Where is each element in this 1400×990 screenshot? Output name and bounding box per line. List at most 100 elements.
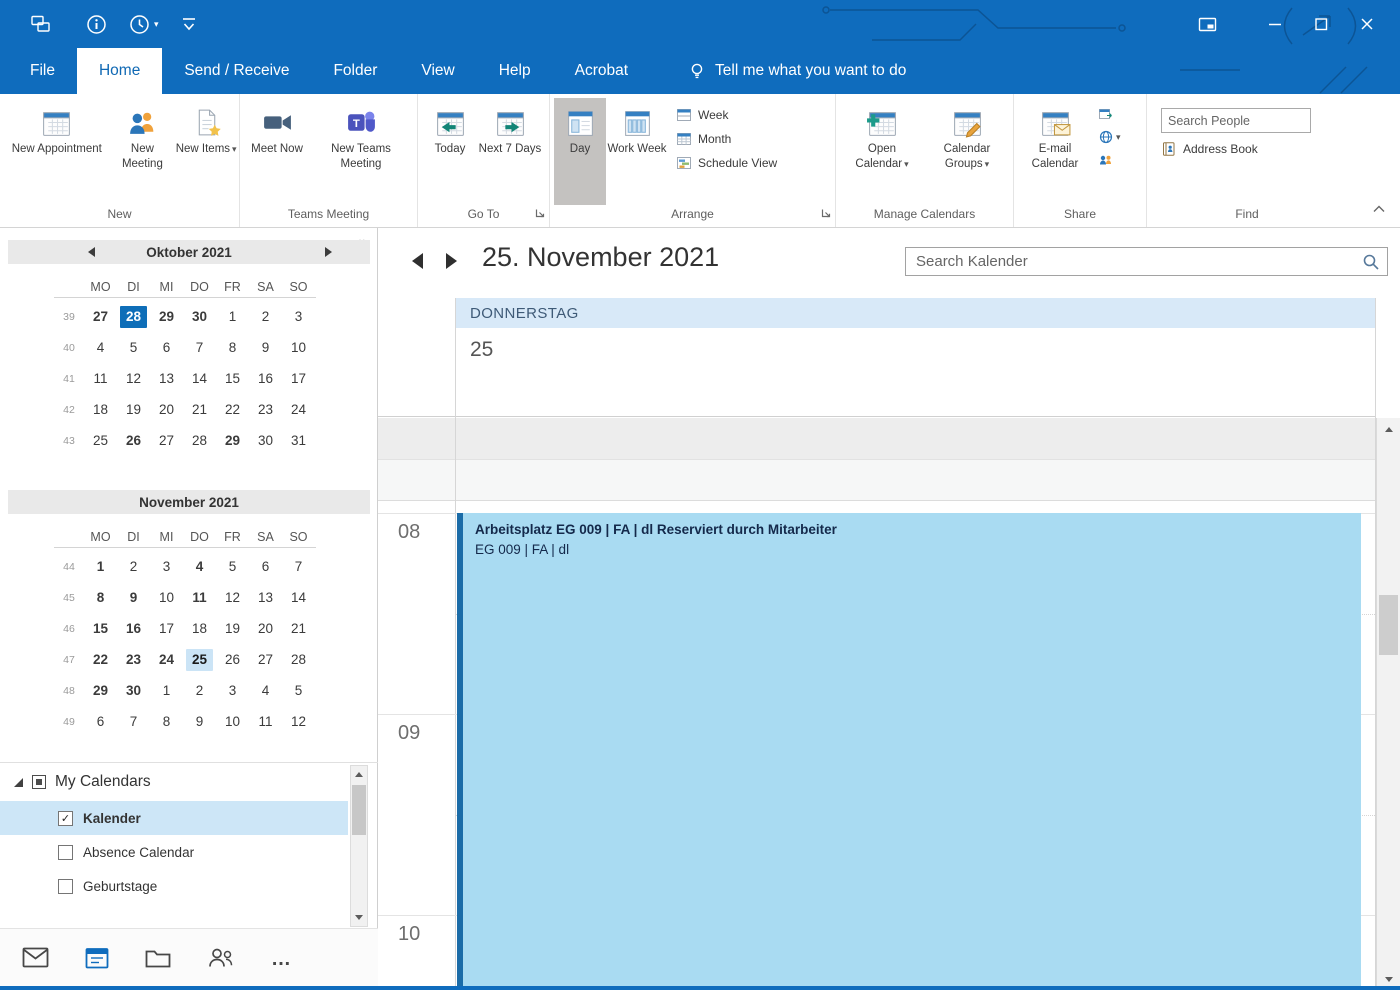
scrollbar-thumb[interactable] bbox=[1379, 595, 1398, 655]
mini-calendar-day[interactable]: 9 bbox=[252, 337, 279, 359]
new-appointment-button[interactable]: New Appointment bbox=[4, 98, 110, 205]
pip-icon[interactable] bbox=[1184, 2, 1230, 46]
mini-calendar-day[interactable]: 31 bbox=[285, 430, 312, 452]
tab-file[interactable]: File bbox=[8, 48, 77, 94]
mini-calendar-day[interactable]: 22 bbox=[219, 399, 246, 421]
tab-view[interactable]: View bbox=[399, 48, 476, 94]
mini-calendar-day[interactable]: 4 bbox=[186, 556, 213, 578]
mini-calendar-day[interactable]: 14 bbox=[186, 368, 213, 390]
mini-calendar-day[interactable]: 29 bbox=[153, 306, 180, 328]
mini-calendar-day[interactable]: 27 bbox=[153, 430, 180, 452]
address-book-button[interactable]: Address Book bbox=[1161, 141, 1311, 157]
day-view-button[interactable]: Day bbox=[554, 98, 606, 205]
mini-calendar-day[interactable]: 9 bbox=[186, 711, 213, 733]
mail-nav-icon[interactable] bbox=[22, 947, 49, 973]
mini-calendar-day[interactable]: 29 bbox=[219, 430, 246, 452]
previous-month-icon[interactable] bbox=[88, 247, 95, 257]
meet-now-button[interactable]: Meet Now bbox=[244, 98, 310, 205]
tab-send-receive[interactable]: Send / Receive bbox=[162, 48, 311, 94]
dialog-launcher-icon[interactable] bbox=[534, 206, 546, 224]
mini-calendar-day[interactable]: 11 bbox=[186, 587, 213, 609]
collapse-ribbon-icon[interactable] bbox=[1372, 201, 1386, 219]
collapse-group-icon[interactable] bbox=[14, 778, 23, 787]
send-receive-status-icon[interactable]: ▾ bbox=[129, 14, 159, 35]
mini-calendar-day[interactable]: 1 bbox=[153, 680, 180, 702]
mini-calendar-day[interactable]: 11 bbox=[87, 368, 114, 390]
publish-online-button[interactable]: ▾ bbox=[1098, 129, 1121, 145]
search-icon[interactable] bbox=[1362, 253, 1380, 276]
previous-day-icon[interactable] bbox=[412, 253, 423, 269]
mini-calendar-day[interactable]: 29 bbox=[87, 680, 114, 702]
mini-calendar-day[interactable]: 4 bbox=[87, 337, 114, 359]
mini-calendar-day[interactable]: 13 bbox=[252, 587, 279, 609]
search-people-input[interactable] bbox=[1161, 108, 1311, 133]
mini-calendar-day[interactable]: 20 bbox=[153, 399, 180, 421]
next-day-icon[interactable] bbox=[446, 253, 457, 269]
schedule-view-button[interactable]: Schedule View bbox=[676, 155, 777, 171]
scroll-down-icon[interactable] bbox=[351, 909, 367, 926]
mini-calendar-day[interactable]: 11 bbox=[252, 711, 279, 733]
more-nav-icon[interactable]: … bbox=[271, 948, 293, 971]
mini-calendar-day[interactable]: 27 bbox=[87, 306, 114, 328]
month-view-button[interactable]: Month bbox=[676, 131, 777, 147]
mini-calendar-day[interactable]: 25 bbox=[87, 430, 114, 452]
mini-calendar-day[interactable]: 10 bbox=[285, 337, 312, 359]
mini-calendar-day[interactable]: 26 bbox=[120, 430, 147, 452]
mini-calendar-day[interactable]: 7 bbox=[285, 556, 312, 578]
scroll-up-icon[interactable] bbox=[351, 766, 367, 783]
minimize-button[interactable] bbox=[1252, 2, 1298, 46]
mini-calendar-day[interactable]: 6 bbox=[252, 556, 279, 578]
calendar-search-input[interactable] bbox=[906, 248, 1387, 275]
mini-calendar-day[interactable]: 30 bbox=[252, 430, 279, 452]
mini-calendar-day[interactable]: 17 bbox=[285, 368, 312, 390]
tab-home[interactable]: Home bbox=[77, 48, 162, 94]
today-button[interactable]: Today bbox=[422, 98, 478, 205]
share-calendar-button[interactable] bbox=[1098, 106, 1121, 122]
mini-calendar-day[interactable]: 10 bbox=[219, 711, 246, 733]
new-teams-meeting-button[interactable]: New Teams Meeting bbox=[310, 98, 412, 205]
tab-help[interactable]: Help bbox=[477, 48, 553, 94]
mini-calendar-day[interactable]: 28 bbox=[186, 430, 213, 452]
mini-calendar-day[interactable]: 3 bbox=[219, 680, 246, 702]
mini-calendar-day[interactable]: 17 bbox=[153, 618, 180, 640]
sidebar-scrollbar[interactable] bbox=[350, 765, 368, 927]
next-month-icon[interactable] bbox=[325, 247, 332, 257]
people-nav-icon[interactable] bbox=[207, 947, 235, 973]
week-view-button[interactable]: Week bbox=[676, 107, 777, 123]
folders-nav-icon[interactable] bbox=[145, 947, 171, 973]
calendar-scrollbar[interactable] bbox=[1376, 418, 1400, 990]
mini-calendar-day[interactable]: 21 bbox=[285, 618, 312, 640]
mini-calendar-day[interactable]: 21 bbox=[186, 399, 213, 421]
mini-calendar-day[interactable]: 10 bbox=[153, 587, 180, 609]
mini-calendar-day[interactable]: 28 bbox=[120, 306, 147, 328]
calendar-event[interactable]: Arbeitsplatz EG 009 | FA | dl Reserviert… bbox=[457, 513, 1361, 990]
mini-calendar-day[interactable]: 5 bbox=[219, 556, 246, 578]
new-items-button[interactable]: New Items▾ bbox=[175, 98, 237, 205]
mini-calendar-day[interactable]: 30 bbox=[120, 680, 147, 702]
mini-calendar-day[interactable]: 8 bbox=[87, 587, 114, 609]
mini-calendar-day[interactable]: 22 bbox=[87, 649, 114, 671]
day-column-header[interactable]: DONNERSTAG bbox=[455, 298, 1375, 328]
mini-calendar-day[interactable]: 3 bbox=[153, 556, 180, 578]
mini-calendar-day[interactable]: 23 bbox=[252, 399, 279, 421]
mini-calendar-day[interactable]: 5 bbox=[285, 680, 312, 702]
mini-calendar-day[interactable]: 28 bbox=[285, 649, 312, 671]
customize-toolbar-icon[interactable] bbox=[181, 15, 197, 33]
calendar-nav-icon[interactable] bbox=[85, 946, 109, 974]
mini-calendar-day[interactable]: 3 bbox=[285, 306, 312, 328]
checkbox[interactable] bbox=[58, 879, 73, 894]
mini-calendar-day[interactable]: 2 bbox=[120, 556, 147, 578]
mini-calendar-day[interactable]: 24 bbox=[153, 649, 180, 671]
calendar-permissions-button[interactable] bbox=[1098, 152, 1121, 168]
mini-calendar-day[interactable]: 12 bbox=[120, 368, 147, 390]
mini-calendar-day[interactable]: 7 bbox=[120, 711, 147, 733]
mini-calendar-day[interactable]: 6 bbox=[153, 337, 180, 359]
email-calendar-button[interactable]: E-mail Calendar bbox=[1018, 98, 1092, 205]
mini-calendar-day[interactable]: 25 bbox=[186, 649, 213, 671]
mini-calendar-day[interactable]: 8 bbox=[153, 711, 180, 733]
scrollbar-thumb[interactable] bbox=[352, 785, 366, 835]
mini-calendar-day[interactable]: 24 bbox=[285, 399, 312, 421]
work-week-view-button[interactable]: Work Week bbox=[606, 98, 668, 205]
tab-folder[interactable]: Folder bbox=[311, 48, 399, 94]
close-button[interactable] bbox=[1344, 2, 1390, 46]
